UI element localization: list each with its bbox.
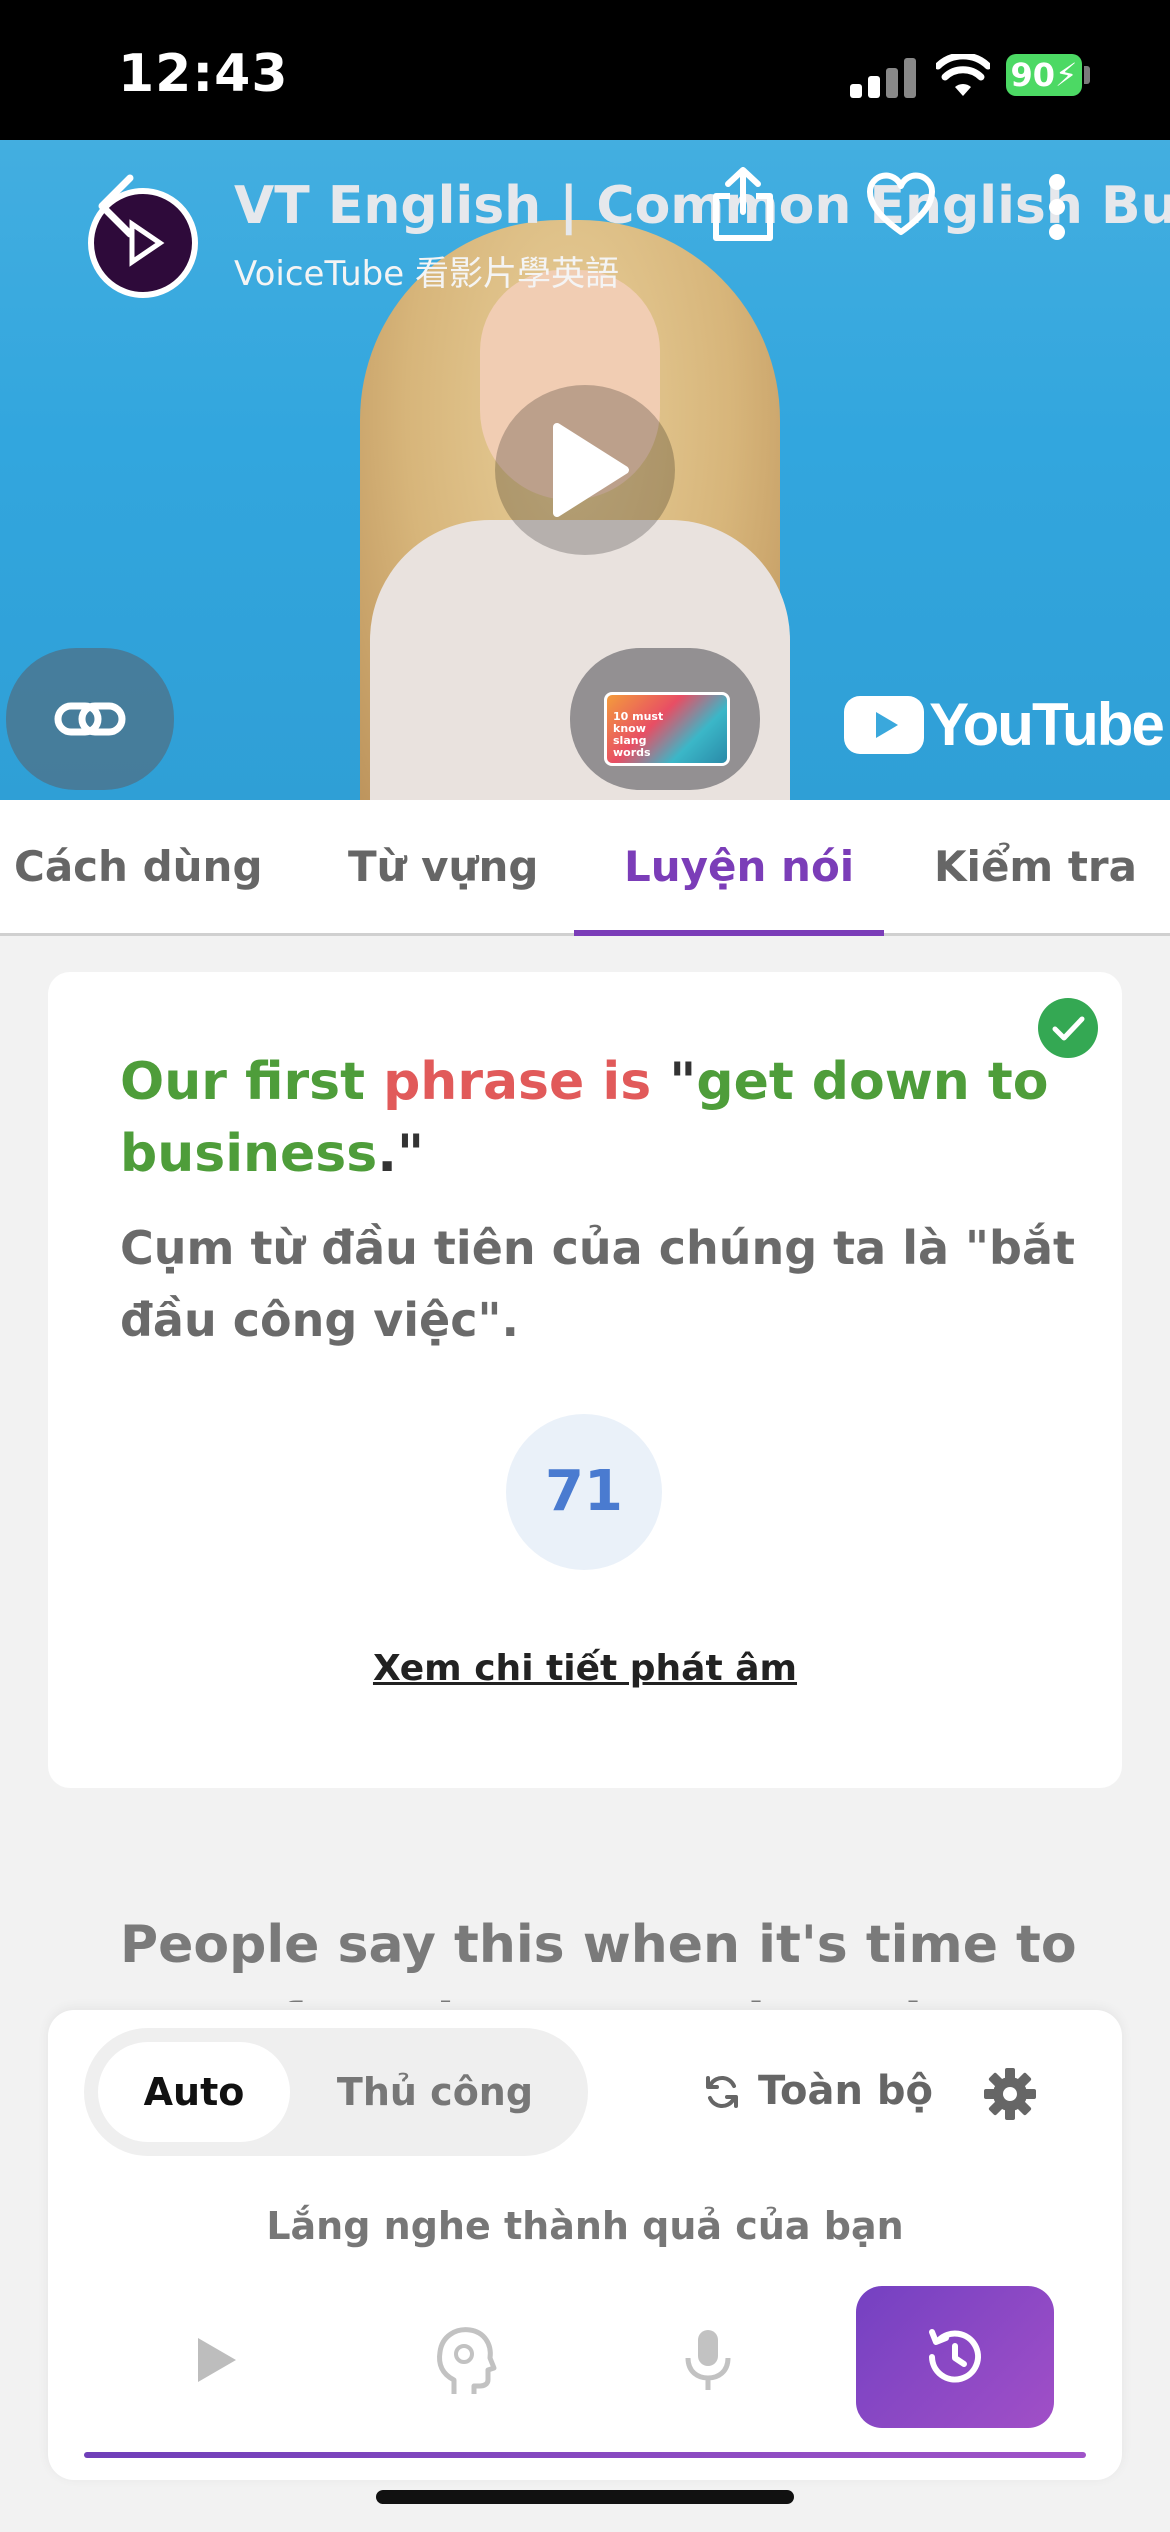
- explanation-text: People say this when it's time to start …: [120, 1915, 1077, 2002]
- mode-manual-button[interactable]: Thủ công: [290, 2042, 580, 2142]
- translation-text: Cụm từ đầu tiên của chúng ta là "bắt đầu…: [120, 1221, 1075, 1347]
- related-video-thumbnail[interactable]: 10 must know slang words: [604, 692, 730, 766]
- microphone-icon[interactable]: [668, 2320, 748, 2400]
- panel-hint: Lắng nghe thành quả của bạn: [266, 2204, 904, 2248]
- replay-recording-button[interactable]: [856, 2286, 1054, 2428]
- mode-auto-button[interactable]: Auto: [98, 2042, 290, 2142]
- tab-quiz[interactable]: Kiểm tra: [934, 842, 1137, 891]
- pronunciation-score: 71: [506, 1414, 662, 1570]
- tab-speaking[interactable]: Luyện nói: [624, 842, 854, 891]
- youtube-logo[interactable]: YouTube: [844, 690, 1165, 759]
- phrase-wrong: phrase is: [383, 1052, 652, 1112]
- battery-icon: 90⚡: [1006, 54, 1082, 96]
- sentence-text[interactable]: Our first phrase is "get down to busines…: [120, 1046, 1060, 1190]
- thumbnail-caption: 10 must know slang words: [613, 710, 664, 759]
- video-title: VT English | Common English Bus: [234, 176, 1170, 236]
- phrase-quote-close: .": [377, 1124, 425, 1184]
- battery-level: 90: [1010, 56, 1056, 94]
- pronunciation-detail-link[interactable]: Xem chi tiết phát âm: [0, 1648, 1170, 1689]
- phrase-quote-open: ": [651, 1052, 697, 1112]
- repeat-all-button[interactable]: Toàn bộ: [758, 2068, 933, 2114]
- progress-bar: [84, 2452, 1086, 2458]
- share-icon[interactable]: [710, 166, 776, 242]
- head-listen-icon[interactable]: [424, 2320, 504, 2400]
- cellular-signal-icon: [850, 58, 916, 98]
- video-channel: VoiceTube 看影片學英語: [234, 254, 619, 294]
- more-options-icon[interactable]: [1044, 172, 1070, 242]
- back-arrow-icon[interactable]: [88, 170, 158, 240]
- tab-usage[interactable]: Cách dùng: [14, 842, 263, 891]
- repeat-icon[interactable]: [702, 2072, 742, 2112]
- gear-icon[interactable]: [982, 2066, 1038, 2122]
- heart-icon[interactable]: [866, 172, 936, 238]
- phrase-correct-1: Our first: [120, 1052, 384, 1112]
- active-tab-indicator: [574, 930, 884, 936]
- play-video-button[interactable]: [495, 385, 675, 555]
- youtube-wordmark: YouTube: [929, 691, 1165, 758]
- link-button[interactable]: [6, 648, 174, 790]
- play-icon[interactable]: [176, 2320, 256, 2400]
- home-indicator[interactable]: [376, 2490, 794, 2504]
- battery-tip: [1084, 66, 1090, 84]
- tab-vocabulary[interactable]: Từ vựng: [348, 842, 538, 891]
- clock: 12:43: [118, 44, 289, 104]
- wifi-icon: [934, 52, 992, 98]
